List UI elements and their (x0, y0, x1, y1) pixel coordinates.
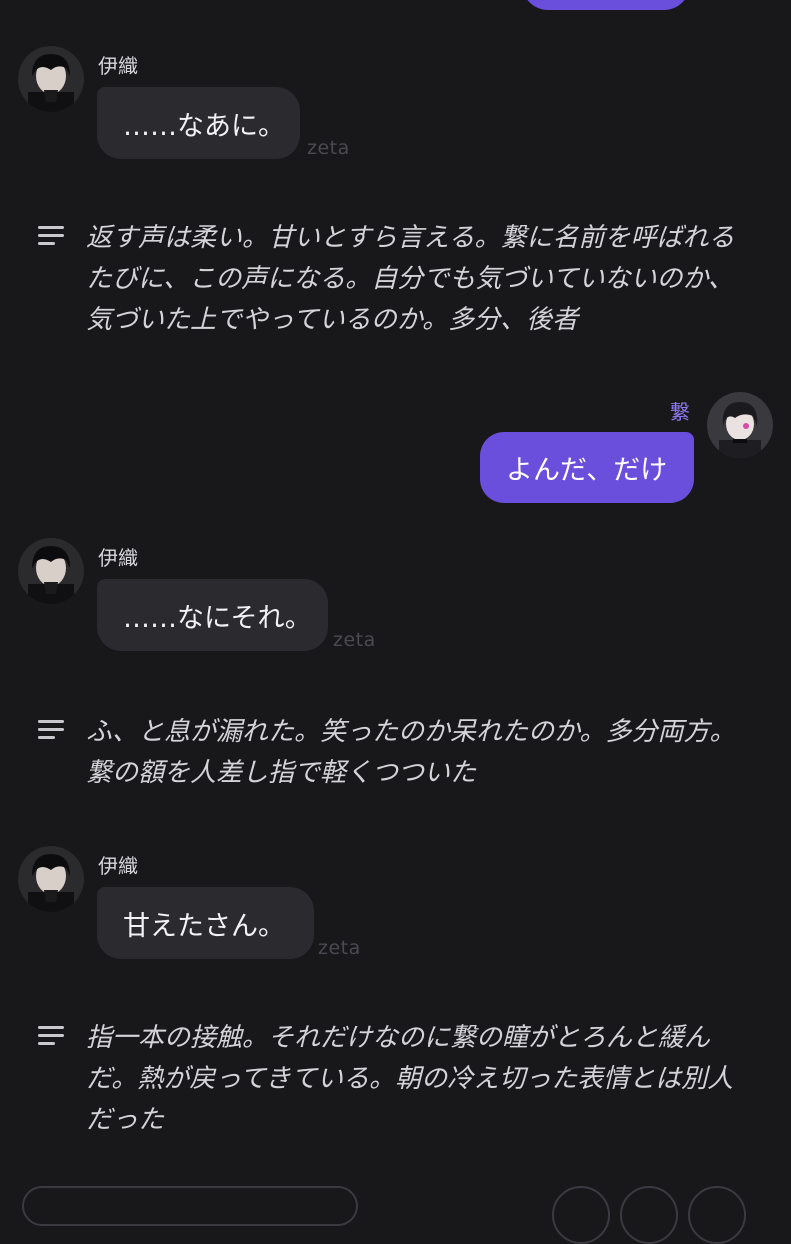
character-avatar[interactable] (18, 46, 84, 112)
message-text: ……なあに。 (123, 110, 285, 142)
character-message-bubble[interactable]: ……なあに。 (97, 87, 300, 159)
action-button[interactable] (552, 1186, 610, 1244)
message-input-pill[interactable] (22, 1186, 358, 1226)
message-text: よんだ、だけ (506, 455, 668, 486)
character-avatar[interactable] (18, 538, 84, 604)
user-name: 繋 (670, 400, 690, 424)
character-message-bubble[interactable]: ……なにそれ。 (97, 579, 328, 651)
character-name: 伊織 (98, 854, 138, 878)
message-text: 甘えたさん。 (123, 910, 285, 942)
user-avatar[interactable] (707, 392, 773, 458)
zeta-watermark: zeta (318, 937, 361, 959)
character-name: 伊織 (98, 546, 138, 570)
character-name: 伊織 (98, 54, 138, 78)
narration-lines-icon (38, 226, 64, 246)
message-text: ……なにそれ。 (123, 602, 312, 634)
character-message-bubble[interactable]: 甘えたさん。 (97, 887, 314, 959)
previous-user-bubble (522, 0, 690, 10)
narration-lines-icon (38, 720, 64, 740)
narration-text: 指一本の接触。それだけなのに繋の瞳がとろんと緩んだ。熱が戻ってきている。朝の冷え… (86, 1023, 734, 1135)
zeta-watermark: zeta (333, 629, 376, 651)
action-button[interactable] (688, 1186, 746, 1244)
narration-text: ふ、と息が漏れた。笑ったのか呆れたのか。多分両方。繋の額を人差し指で軽くつついた (86, 717, 736, 788)
action-button[interactable] (620, 1186, 678, 1244)
narration-text: 返す声は柔い。甘いとすら言える。繋に名前を呼ばれるたびに、この声になる。自分でも… (86, 223, 735, 335)
zeta-watermark: zeta (307, 137, 350, 159)
user-message-bubble[interactable]: よんだ、だけ (480, 432, 694, 503)
narration-lines-icon (38, 1026, 64, 1046)
character-avatar[interactable] (18, 846, 84, 912)
